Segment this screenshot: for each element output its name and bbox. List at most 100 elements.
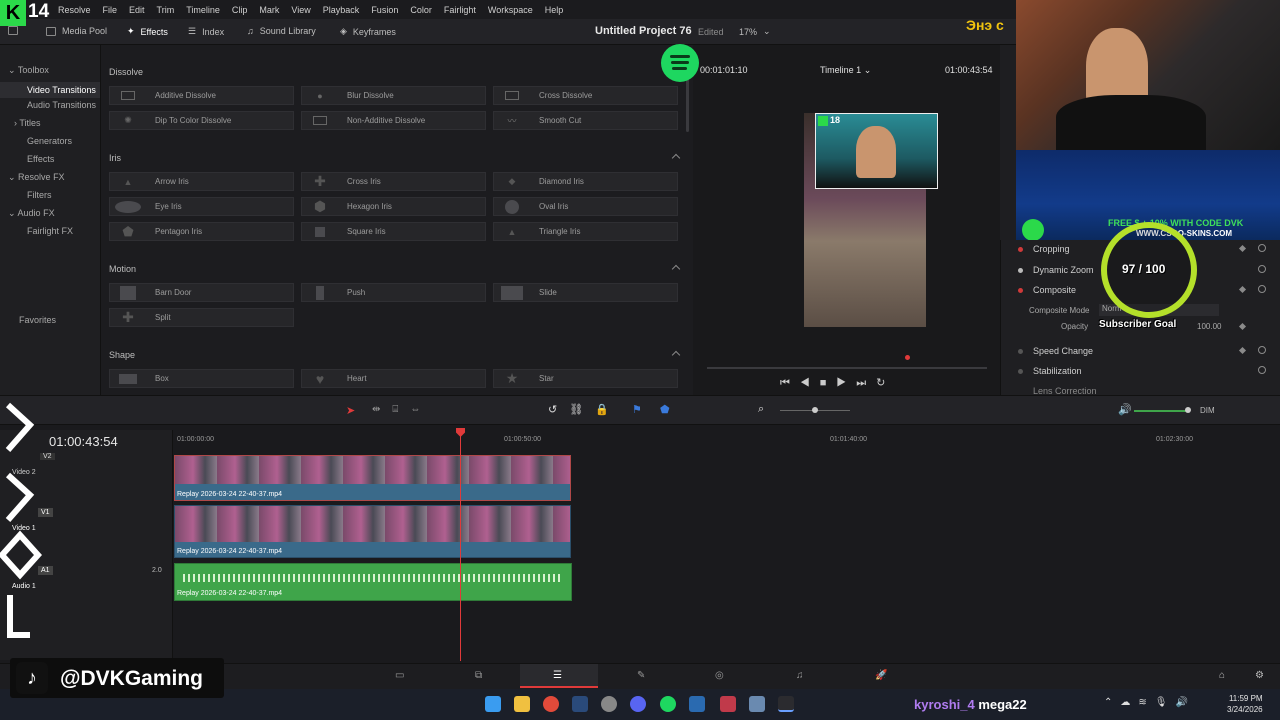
menu-edit[interactable]: Edit — [129, 5, 145, 15]
volume-icon[interactable]: 🔊 — [1175, 697, 1195, 708]
snap-icon[interactable]: ↺ — [548, 404, 569, 416]
toolbox-item[interactable]: ⌄ Toolbox — [8, 65, 49, 76]
menu-mark[interactable]: Mark — [259, 5, 279, 15]
menu-fusion[interactable]: Fusion — [371, 5, 398, 15]
sidebar-item-favorites[interactable]: Favorites — [19, 315, 56, 325]
track-v2-label[interactable]: V2 — [40, 453, 55, 460]
menu-resolve[interactable]: Resolve — [58, 5, 91, 15]
network-icon[interactable]: ☁ — [1120, 697, 1138, 708]
chevron-up-icon[interactable] — [671, 350, 681, 360]
skip-end-icon[interactable]: ⏭ — [856, 377, 876, 389]
lock-icon[interactable]: 🔒 — [595, 404, 621, 416]
index-button[interactable]: ☰ Index — [188, 26, 224, 37]
keyframes-button[interactable]: ◈ Keyframes — [340, 26, 396, 37]
effect-square-iris[interactable]: Square Iris — [301, 222, 486, 241]
keyframe-diamond-icon[interactable] — [1238, 285, 1247, 294]
effect-hexagon-iris[interactable]: ⬢ Hexagon Iris — [301, 197, 486, 216]
dim-button[interactable]: DIM — [1200, 406, 1215, 415]
wifi-icon[interactable]: ≋ — [1138, 697, 1154, 708]
selection-tool-icon[interactable]: ➤ — [346, 404, 355, 417]
blade-icon[interactable]: ⌸ — [392, 404, 410, 415]
fusion-page-icon[interactable]: ✎ — [637, 670, 645, 681]
scrubber-playhead[interactable] — [905, 355, 910, 360]
video-clip-v1[interactable]: Replay 2026-03-24 22-40-37.mp4 — [174, 505, 571, 558]
media-pool-button[interactable]: Media Pool — [46, 26, 107, 36]
link-icon[interactable]: ⛓ — [569, 404, 595, 416]
flag-icon[interactable]: ⚑ — [632, 403, 642, 416]
effect-smooth-cut[interactable]: 〰 Smooth Cut — [493, 111, 678, 130]
cut-page-icon[interactable]: ⧉ — [475, 670, 482, 681]
enable-dot[interactable] — [1018, 288, 1023, 293]
file-explorer-icon[interactable] — [514, 696, 530, 712]
effect-non-additive-dissolve[interactable]: Non-Additive Dissolve — [301, 111, 486, 130]
zoom-slider-handle[interactable] — [812, 407, 818, 413]
stop-icon[interactable]: ■ — [820, 377, 837, 389]
sidebar-item-filters[interactable]: Filters — [27, 190, 52, 200]
timeline-name-dropdown[interactable]: Timeline 1 ⌄ — [820, 65, 871, 76]
zoom-dropdown[interactable]: 17% ⌄ — [739, 26, 771, 37]
discord-icon[interactable] — [630, 696, 646, 712]
effect-blur-dissolve[interactable]: ● Blur Dissolve — [301, 86, 486, 105]
menu-playback[interactable]: Playback — [323, 5, 360, 15]
reset-icon[interactable] — [1258, 244, 1266, 252]
video-clip-v2[interactable]: Replay 2026-03-24 22-40-37.mp4 — [174, 455, 571, 501]
enable-dot[interactable] — [1018, 268, 1023, 273]
effect-barn-door[interactable]: Barn Door — [109, 283, 294, 302]
effect-split[interactable]: ✚ Split — [109, 308, 294, 327]
audio-clip-a1[interactable]: Replay 2026-03-24 22-40-37.mp4 — [174, 563, 572, 601]
reset-icon[interactable] — [1258, 366, 1266, 374]
keyframe-diamond-icon[interactable] — [1238, 346, 1247, 355]
sidebar-item-video-transitions[interactable]: Video Transitions — [0, 82, 100, 98]
panel-toggle-icon[interactable] — [8, 26, 18, 35]
opacity-value[interactable]: 100.00 — [1197, 322, 1221, 331]
windows-start-icon[interactable] — [485, 696, 501, 712]
effect-eye-iris[interactable]: Eye Iris — [109, 197, 294, 216]
sidebar-item-generators[interactable]: Generators — [27, 136, 72, 146]
media-page-icon[interactable]: ▭ — [395, 670, 404, 681]
spotify-taskbar-icon[interactable] — [660, 696, 676, 712]
deliver-page-icon[interactable]: 🚀 — [875, 670, 887, 681]
keyframe-diamond-icon[interactable] — [1238, 244, 1247, 253]
valorant-icon[interactable] — [720, 696, 736, 712]
effect-pentagon-iris[interactable]: ⬟ Pentagon Iris — [109, 222, 294, 241]
settings-gear-icon[interactable]: ⚙ — [1255, 670, 1264, 681]
sidebar-item-fairlight-fx[interactable]: Fairlight FX — [27, 226, 73, 236]
davinci-resolve-icon[interactable] — [778, 696, 794, 712]
sidebar-item-titles[interactable]: › Titles — [14, 118, 41, 128]
sidebar-item-resolve-fx[interactable]: ⌄ Resolve FX — [8, 172, 65, 183]
effect-cross-dissolve[interactable]: Cross Dissolve — [493, 86, 678, 105]
skip-start-icon[interactable]: ⏮ — [780, 377, 800, 389]
obs-icon[interactable] — [601, 696, 617, 712]
steam-icon[interactable] — [572, 696, 588, 712]
effect-diamond-iris[interactable]: ◆ Diamond Iris — [493, 172, 678, 191]
effect-dip-to-color-dissolve[interactable]: ✺ Dip To Color Dissolve — [109, 111, 294, 130]
effect-arrow-iris[interactable]: ▲ Arrow Iris — [109, 172, 294, 191]
chevron-up-icon[interactable] — [671, 264, 681, 274]
effect-push[interactable]: Push — [301, 283, 486, 302]
fairlight-page-icon[interactable]: ♫ — [796, 670, 804, 681]
play-icon[interactable]: ▶ — [836, 377, 856, 389]
color-page-icon[interactable]: ◎ — [715, 670, 724, 681]
effect-cross-iris[interactable]: ✚ Cross Iris — [301, 172, 486, 191]
reset-icon[interactable] — [1258, 285, 1266, 293]
effects-button[interactable]: ✦ Effects — [127, 26, 168, 37]
enable-dot[interactable] — [1018, 369, 1023, 374]
reset-icon[interactable] — [1258, 346, 1266, 354]
effect-triangle-iris[interactable]: ▲ Triangle Iris — [493, 222, 678, 241]
sidebar-item-audio-fx[interactable]: ⌄ Audio FX — [8, 208, 55, 219]
menu-workspace[interactable]: Workspace — [488, 5, 533, 15]
menu-trim[interactable]: Trim — [157, 5, 175, 15]
effect-box[interactable]: Box — [109, 369, 294, 388]
menu-clip[interactable]: Clip — [232, 5, 248, 15]
sound-library-button[interactable]: ♫ Sound Library — [247, 26, 316, 36]
zoom-in-icon[interactable]: ⌕ — [758, 403, 764, 416]
chevron-up-icon[interactable] — [671, 153, 681, 163]
enable-dot[interactable] — [1018, 247, 1023, 252]
reset-icon[interactable] — [1258, 265, 1266, 273]
effect-star[interactable]: ★ Star — [493, 369, 678, 388]
volume-slider[interactable] — [1134, 410, 1188, 412]
chevron-up-icon[interactable]: ⌃ — [1104, 697, 1120, 708]
mic-icon[interactable]: 🎙 — [1155, 697, 1176, 708]
menu-view[interactable]: View — [291, 5, 310, 15]
effect-slide[interactable]: Slide — [493, 283, 678, 302]
